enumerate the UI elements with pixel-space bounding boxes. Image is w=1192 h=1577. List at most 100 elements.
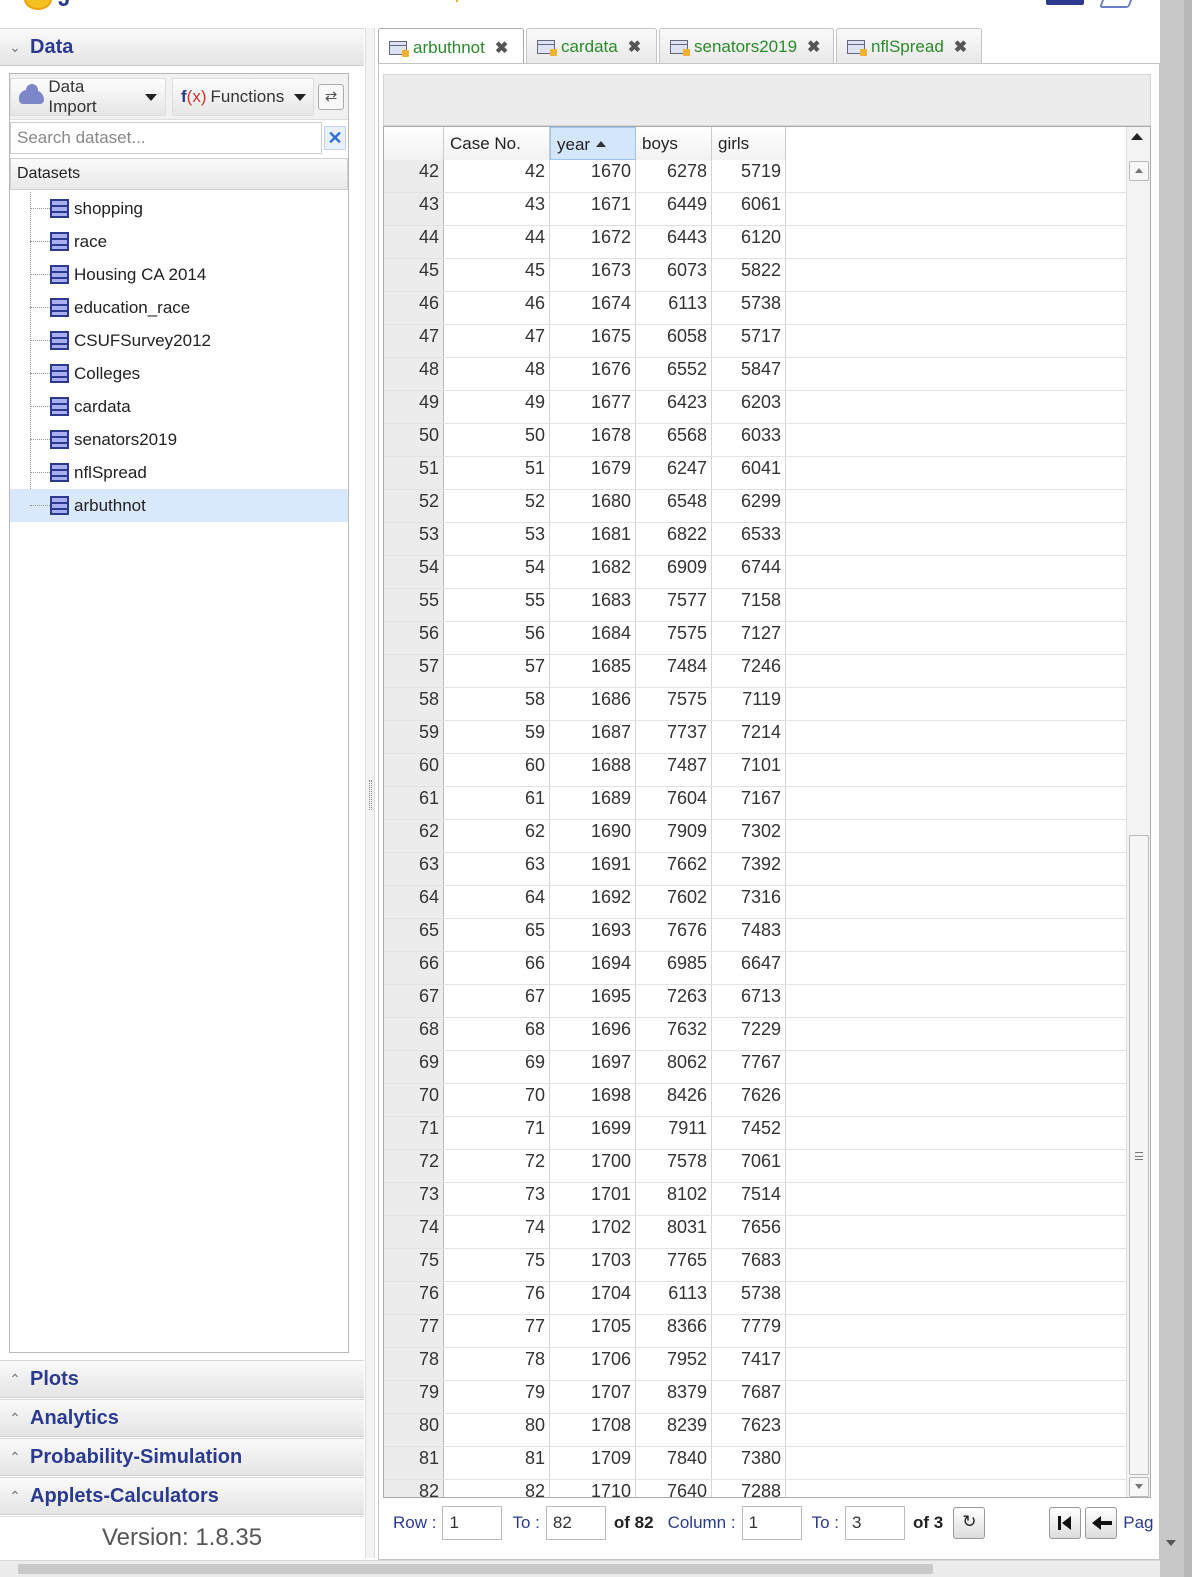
- table-cell[interactable]: 7452: [712, 1117, 786, 1149]
- table-cell[interactable]: 1682: [550, 556, 636, 588]
- table-cell[interactable]: 1694: [550, 952, 636, 984]
- table-cell[interactable]: 71: [444, 1117, 550, 1149]
- table-cell[interactable]: 81: [444, 1447, 550, 1479]
- refresh-button[interactable]: [953, 1507, 986, 1539]
- table-cell[interactable]: 7604: [636, 787, 712, 819]
- table-cell[interactable]: 7737: [636, 721, 712, 753]
- table-cell[interactable]: 1693: [550, 919, 636, 951]
- table-cell[interactable]: 75: [444, 1249, 550, 1281]
- tab-cardata[interactable]: cardata ✖: [526, 28, 657, 64]
- table-cell[interactable]: 1698: [550, 1084, 636, 1116]
- table-cell[interactable]: 77: [444, 1315, 550, 1347]
- table-row[interactable]: 74 74 1702 8031 7656: [384, 1216, 1126, 1249]
- close-tab-icon[interactable]: ✖: [495, 38, 508, 58]
- table-row[interactable]: 63 63 1691 7662 7392: [384, 853, 1126, 886]
- table-cell[interactable]: 50: [444, 424, 550, 456]
- table-cell[interactable]: 7158: [712, 589, 786, 621]
- table-cell[interactable]: 6548: [636, 490, 712, 522]
- dataset-item[interactable]: shopping: [10, 192, 348, 225]
- table-row[interactable]: 46 46 1674 6113 5738: [384, 292, 1126, 325]
- table-cell[interactable]: 7229: [712, 1018, 786, 1050]
- table-cell[interactable]: 6568: [636, 424, 712, 456]
- table-cell[interactable]: 55: [444, 589, 550, 621]
- table-cell[interactable]: 1705: [550, 1315, 636, 1347]
- table-row[interactable]: 55 55 1683 7577 7158: [384, 589, 1126, 622]
- table-cell[interactable]: 7417: [712, 1348, 786, 1380]
- table-cell[interactable]: 73: [444, 1183, 550, 1215]
- dataset-item[interactable]: senators2019: [10, 423, 348, 456]
- table-row[interactable]: 43 43 1671 6449 6061: [384, 193, 1126, 226]
- table-cell[interactable]: 5738: [712, 292, 786, 324]
- table-cell[interactable]: 7316: [712, 886, 786, 918]
- table-cell[interactable]: 7119: [712, 688, 786, 720]
- table-cell[interactable]: 45: [444, 259, 550, 291]
- table-row[interactable]: 62 62 1690 7909 7302: [384, 820, 1126, 853]
- table-cell[interactable]: 7483: [712, 919, 786, 951]
- section-header-data[interactable]: ⌄ Data: [0, 28, 364, 66]
- table-cell[interactable]: 66: [444, 952, 550, 984]
- table-cell[interactable]: 1690: [550, 820, 636, 852]
- table-cell[interactable]: 7952: [636, 1348, 712, 1380]
- table-cell[interactable]: 1674: [550, 292, 636, 324]
- section-header-applets[interactable]: ⌃ Applets-Calculators: [0, 1477, 364, 1515]
- table-cell[interactable]: 7767: [712, 1051, 786, 1083]
- column-to-input[interactable]: [845, 1506, 905, 1540]
- table-cell[interactable]: 7656: [712, 1216, 786, 1248]
- table-cell[interactable]: 6203: [712, 391, 786, 423]
- table-cell[interactable]: 6247: [636, 457, 712, 489]
- table-cell[interactable]: 6041: [712, 457, 786, 489]
- close-tab-icon[interactable]: ✖: [954, 37, 967, 57]
- table-row[interactable]: 52 52 1680 6548 6299: [384, 490, 1126, 523]
- table-cell[interactable]: 1672: [550, 226, 636, 258]
- table-cell[interactable]: 7662: [636, 853, 712, 885]
- table-cell[interactable]: 43: [444, 193, 550, 225]
- table-cell[interactable]: 1687: [550, 721, 636, 753]
- table-cell[interactable]: 1699: [550, 1117, 636, 1149]
- tab-arbuthnot[interactable]: arbuthnot ✖: [378, 28, 524, 66]
- table-row[interactable]: 71 71 1699 7911 7452: [384, 1117, 1126, 1150]
- table-cell[interactable]: 47: [444, 325, 550, 357]
- table-cell[interactable]: 6713: [712, 985, 786, 1017]
- table-row[interactable]: 61 61 1689 7604 7167: [384, 787, 1126, 820]
- table-cell[interactable]: 6822: [636, 523, 712, 555]
- table-cell[interactable]: 44: [444, 226, 550, 258]
- table-row[interactable]: 80 80 1708 8239 7623: [384, 1414, 1126, 1447]
- row-from-input[interactable]: [442, 1506, 503, 1540]
- column-from-input[interactable]: [741, 1506, 802, 1540]
- table-cell[interactable]: 68: [444, 1018, 550, 1050]
- table-cell[interactable]: 7632: [636, 1018, 712, 1050]
- horizontal-scrollbar[interactable]: [0, 1560, 1160, 1577]
- table-cell[interactable]: 6552: [636, 358, 712, 390]
- dataset-item[interactable]: Housing CA 2014: [10, 258, 348, 291]
- tab-senators2019[interactable]: senators2019 ✖: [659, 28, 834, 64]
- table-cell[interactable]: 7246: [712, 655, 786, 687]
- table-row[interactable]: 48 48 1676 6552 5847: [384, 358, 1126, 391]
- table-cell[interactable]: 6985: [636, 952, 712, 984]
- table-row[interactable]: 64 64 1692 7602 7316: [384, 886, 1126, 919]
- table-cell[interactable]: 7061: [712, 1150, 786, 1182]
- dataset-item[interactable]: cardata: [10, 390, 348, 423]
- table-cell[interactable]: 53: [444, 523, 550, 555]
- table-cell[interactable]: 80: [444, 1414, 550, 1446]
- table-cell[interactable]: 1700: [550, 1150, 636, 1182]
- table-cell[interactable]: 6113: [636, 1282, 712, 1314]
- horizontal-scrollbar-thumb[interactable]: [18, 1564, 933, 1574]
- table-row[interactable]: 54 54 1682 6909 6744: [384, 556, 1126, 589]
- table-cell[interactable]: 6058: [636, 325, 712, 357]
- table-cell[interactable]: 7514: [712, 1183, 786, 1215]
- table-cell[interactable]: 5847: [712, 358, 786, 390]
- table-cell[interactable]: 1692: [550, 886, 636, 918]
- table-cell[interactable]: 62: [444, 820, 550, 852]
- data-import-button[interactable]: Data Import: [10, 77, 166, 116]
- table-cell[interactable]: 1673: [550, 259, 636, 291]
- table-cell[interactable]: 8031: [636, 1216, 712, 1248]
- page-scroll-down-icon[interactable]: [1166, 1540, 1176, 1546]
- table-cell[interactable]: 1679: [550, 457, 636, 489]
- table-cell[interactable]: 6423: [636, 391, 712, 423]
- table-cell[interactable]: 61: [444, 787, 550, 819]
- table-cell[interactable]: 1678: [550, 424, 636, 456]
- table-cell[interactable]: 8102: [636, 1183, 712, 1215]
- dataset-item[interactable]: race: [10, 225, 348, 258]
- table-cell[interactable]: 51: [444, 457, 550, 489]
- table-cell[interactable]: 6299: [712, 490, 786, 522]
